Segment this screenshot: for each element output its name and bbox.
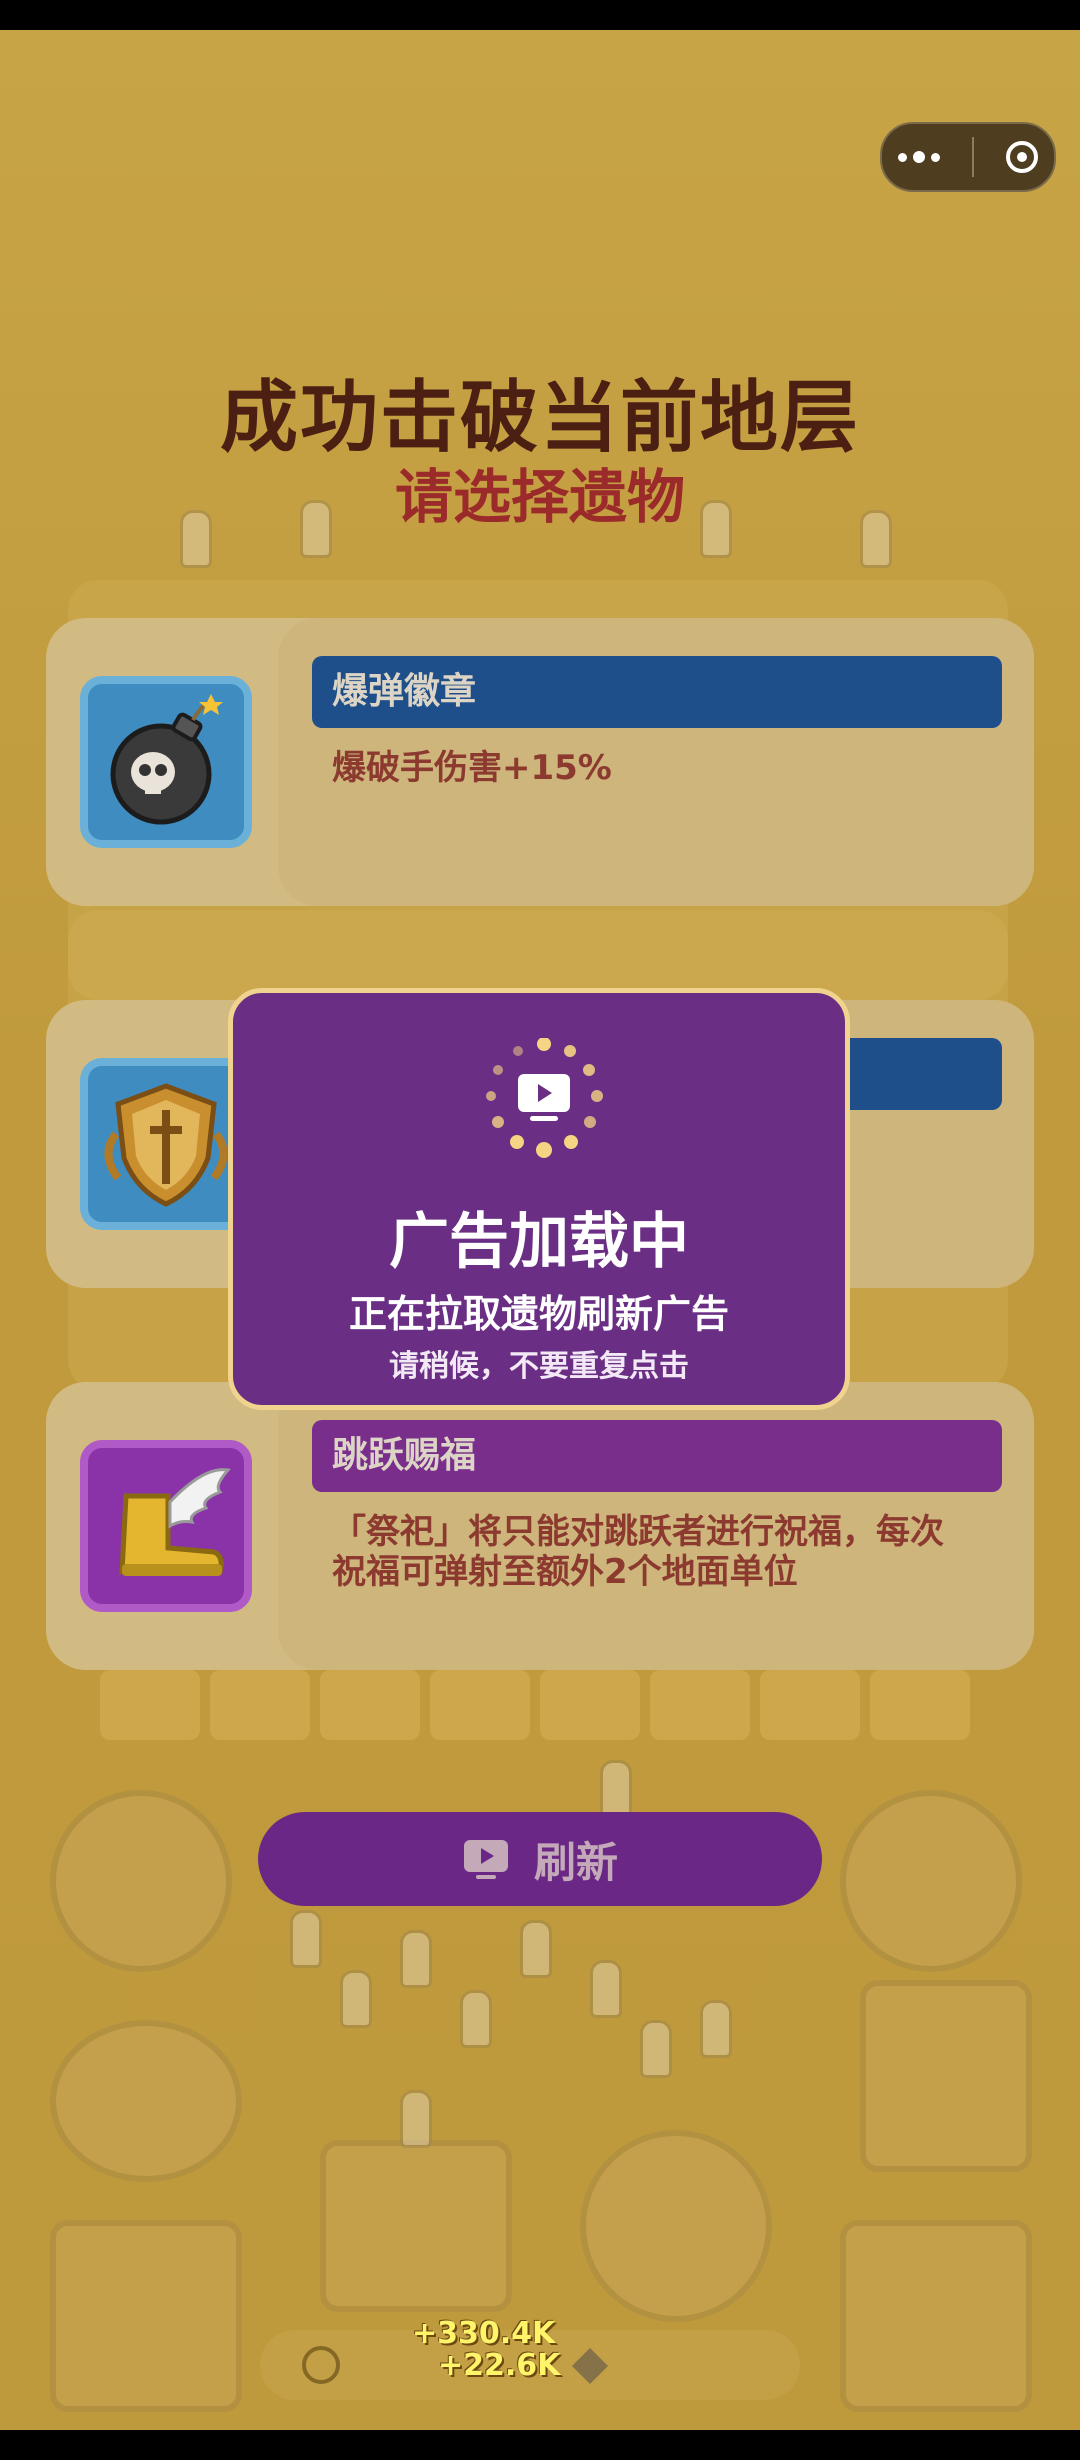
relic-icon-frame: [80, 676, 252, 848]
bg-character: [400, 2090, 432, 2148]
floating-income: +22.6K: [438, 2348, 561, 2383]
bomb-icon: [110, 694, 223, 825]
bg-building: [840, 2220, 1032, 2412]
bg-character: [640, 2020, 672, 2078]
bg-slot: [100, 1670, 200, 1740]
bg-building: [840, 1790, 1022, 1972]
bg-slot: [870, 1670, 970, 1740]
mini-program-capsule: [880, 122, 1056, 192]
bg-slot: [650, 1670, 750, 1740]
more-icon[interactable]: [898, 151, 940, 163]
game-scene: 成功击破当前地层 请选择遗物 爆弹徽章 爆破手伤害+15% 跳跃赐福 「祭祀」将…: [0, 30, 1080, 2430]
close-target-icon[interactable]: [1006, 141, 1038, 173]
relic-description: 爆破手伤害+15%: [332, 748, 612, 788]
loading-spinner-icon: [486, 1038, 603, 1158]
bg-building: [50, 1790, 232, 1972]
modal-title: 广告加载中: [389, 1207, 689, 1277]
bg-character: [590, 1960, 622, 2018]
page-subtitle: 请选择遗物: [394, 463, 685, 531]
modal-subtitle: 正在拉取遗物刷新广告: [348, 1292, 729, 1336]
refresh-button[interactable]: 刷新: [258, 1812, 822, 1906]
bg-character: [400, 1930, 432, 1988]
bg-character: [290, 1910, 322, 1968]
bg-building: [50, 2020, 242, 2182]
relic-icon-frame: [80, 1440, 252, 1612]
floating-income: +330.4K: [412, 2316, 556, 2351]
bg-building: [580, 2130, 772, 2322]
bg-character: [700, 2000, 732, 2058]
bg-slot: [540, 1670, 640, 1740]
tv-play-icon: [463, 1840, 508, 1879]
gem-icon: [572, 2348, 608, 2384]
bg-building: [50, 2220, 242, 2412]
relic-icon-frame: [80, 1058, 252, 1230]
shield-icon: [104, 1083, 228, 1207]
bg-slot: [210, 1670, 310, 1740]
relic-name: 爆弹徽章: [312, 656, 1002, 728]
status-bar-top: [0, 0, 1080, 30]
bg-building: [860, 1980, 1032, 2172]
bg-slot: [320, 1670, 420, 1740]
coin-icon: [302, 2346, 340, 2384]
ad-loading-modal: 广告加载中 正在拉取遗物刷新广告 请稍候，不要重复点击: [228, 988, 850, 1410]
relic-name: 跳跃赐福: [312, 1420, 1002, 1492]
bg-character: [600, 1760, 632, 1818]
capsule-divider: [972, 137, 974, 177]
bg-building: [320, 2140, 512, 2312]
bg-slot: [430, 1670, 530, 1740]
bg-character: [340, 1970, 372, 2028]
bg-character: [520, 1920, 552, 1978]
bg-character: [460, 1990, 492, 2048]
winged-boot-icon: [119, 1468, 231, 1576]
modal-hint: 请稍候，不要重复点击: [389, 1349, 689, 1384]
relic-card[interactable]: 跳跃赐福 「祭祀」将只能对跳跃者进行祝福，每次祝福可弹射至额外2个地面单位: [46, 1382, 1034, 1670]
status-bar-bottom: [0, 2430, 1080, 2460]
refresh-label: 刷新: [533, 1837, 618, 1887]
relic-card[interactable]: 爆弹徽章 爆破手伤害+15%: [46, 618, 1034, 906]
relic-description: 「祭祀」将只能对跳跃者进行祝福，每次祝福可弹射至额外2个地面单位: [332, 1512, 944, 1592]
bg-slot: [760, 1670, 860, 1740]
